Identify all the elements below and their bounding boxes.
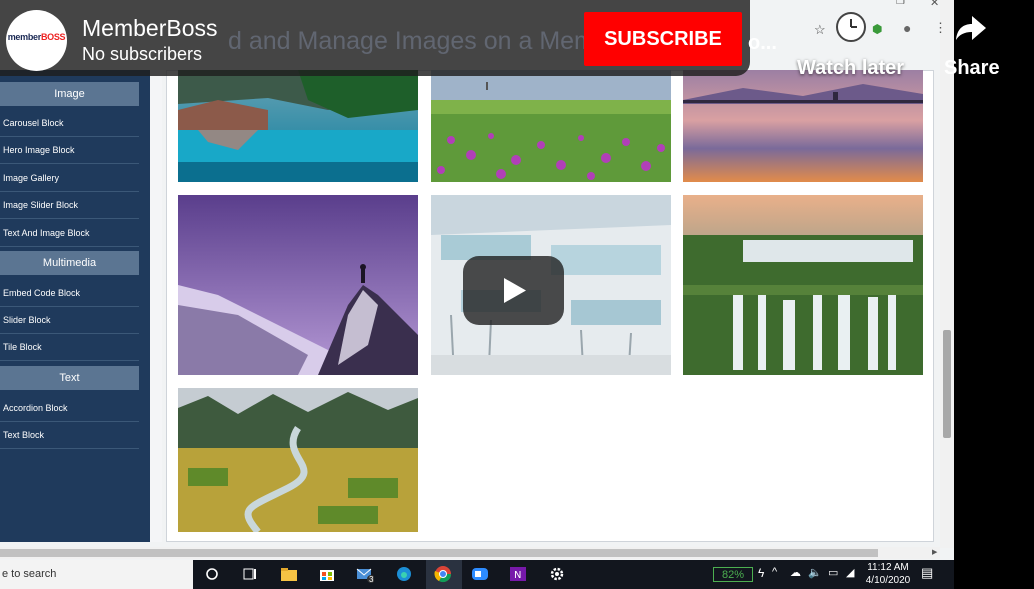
subscriber-count: No subscribers [82,44,203,64]
scroll-right-arrow-icon[interactable]: ▶ [932,548,937,556]
task-view-icon[interactable] [241,565,259,583]
bookmark-star-icon[interactable]: ☆ [814,22,826,38]
gallery-image-lake-mountain-reflection[interactable] [178,70,418,182]
power-icon[interactable]: ▭ [828,566,838,579]
show-hidden-icons-icon[interactable]: ^ [772,566,777,578]
edge-icon[interactable] [395,565,413,583]
watch-later-label[interactable]: Watch later [797,57,904,80]
channel-name[interactable]: MemberBoss [82,15,217,42]
extension-icon[interactable]: ⬢ [872,22,882,36]
system-time[interactable]: 11:12 AM [864,562,912,573]
zoom-icon[interactable] [471,565,489,583]
sidebar-header-text: Text [0,366,139,390]
sidebar-header-image: Image [0,82,139,106]
wifi-icon[interactable]: ◢ [846,566,854,579]
share-arrow-icon[interactable] [954,14,988,42]
sidebar-item-image-gallery[interactable]: Image Gallery [0,165,139,192]
settings-gear-icon[interactable] [548,565,566,583]
sidebar-item-image-slider-block[interactable]: Image Slider Block [0,192,139,219]
play-button[interactable] [463,256,564,325]
svg-text:N: N [514,570,521,581]
play-icon [504,278,526,303]
profile-icon[interactable]: ● [903,20,911,36]
horizontal-scrollbar-thumb[interactable] [0,549,878,557]
file-explorer-icon[interactable] [280,565,298,583]
sidebar-header-multimedia: Multimedia [0,251,139,275]
browser-menu-icon[interactable]: ⋮ [934,20,947,36]
watch-later-clock-icon[interactable] [836,12,866,42]
chrome-icon[interactable] [434,565,452,583]
sidebar-item-text-and-image-block[interactable]: Text And Image Block [0,220,139,247]
cloud-icon[interactable]: ☁ [790,566,801,579]
gallery-image-valley-rice-fields[interactable] [178,388,418,532]
cortana-icon[interactable] [203,565,221,583]
window-close-icon[interactable]: ✕ [930,0,939,9]
sidebar-item-carousel-block[interactable]: Carousel Block [0,110,139,137]
notifications-icon[interactable]: ▤ [921,565,933,581]
share-label[interactable]: Share [944,57,1000,80]
vertical-scrollbar-thumb[interactable] [943,330,951,438]
volume-icon[interactable]: 🔈 [808,566,822,579]
block-sidebar: Image Carousel Block Hero Image Block Im… [0,70,150,542]
sidebar-item-slider-block[interactable]: Slider Block [0,307,139,334]
battery-indicator[interactable]: 82% [713,567,753,582]
channel-avatar[interactable]: memberBOSS [6,10,67,71]
store-icon[interactable] [318,565,336,583]
onenote-icon[interactable]: N [509,565,527,583]
sidebar-item-tile-block[interactable]: Tile Block [0,334,139,361]
mail-badge: 3 [369,575,374,584]
subscribe-button[interactable]: SUBSCRIBE [584,12,742,66]
gallery-image-sunset-lake[interactable] [683,70,923,182]
channel-logo: memberBOSS [7,32,66,42]
taskbar-search[interactable]: e to search [0,560,193,589]
gallery-image-waterfalls[interactable] [683,195,923,375]
charging-icon: ϟ [758,566,765,580]
video-title-tail: o... [748,32,777,54]
video-title-faded: d and Manage Images on a Mem [228,27,595,55]
sidebar-item-hero-image-block[interactable]: Hero Image Block [0,137,139,164]
sidebar-item-text-block[interactable]: Text Block [0,422,139,449]
sidebar-item-accordion-block[interactable]: Accordion Block [0,395,139,422]
screen: Image Carousel Block Hero Image Block Im… [0,0,954,589]
sidebar-item-embed-code-block[interactable]: Embed Code Block [0,280,139,307]
vertical-scrollbar[interactable] [940,0,954,548]
gallery-image-purple-mountain-climber[interactable] [178,195,418,375]
sidebar-edge [150,70,162,542]
video-letterbox [954,0,1034,589]
window-restore-icon[interactable]: ❐ [896,0,905,7]
system-date[interactable]: 4/10/2020 [864,575,912,586]
gallery-image-flower-meadow[interactable] [431,70,671,182]
